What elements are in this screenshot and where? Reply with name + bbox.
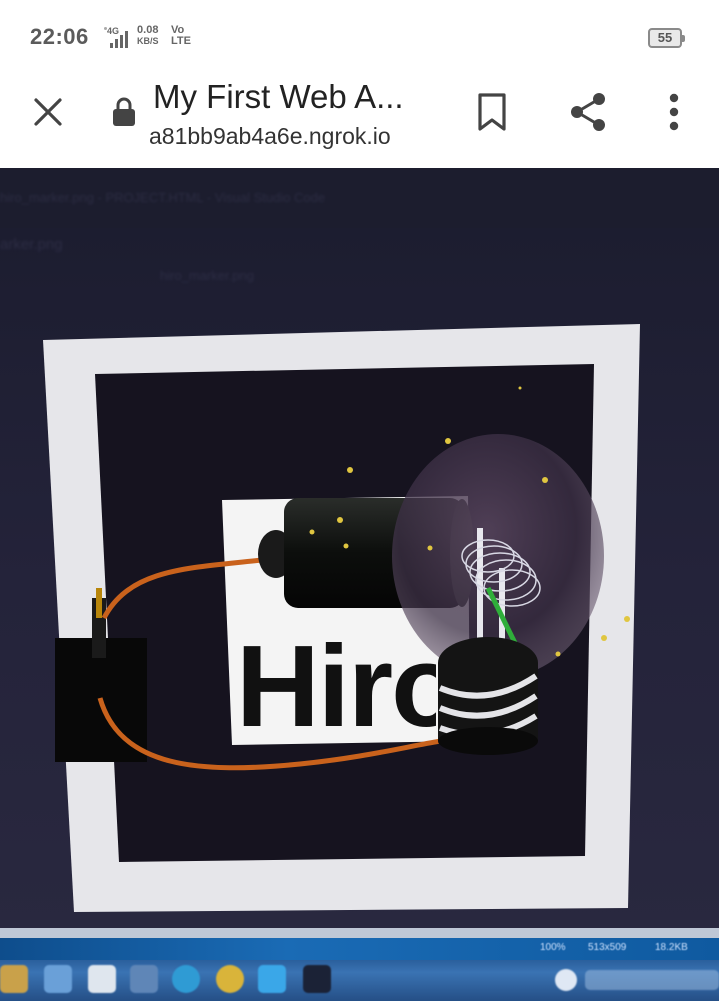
- taskbar-chrome-icon: [216, 965, 244, 993]
- bg-breadcrumb: hiro_marker.png: [160, 268, 254, 283]
- ar-scene: [0, 168, 719, 1001]
- battery-clip: [96, 588, 102, 618]
- page-url[interactable]: a81bb9ab4a6e.ngrok.io: [149, 123, 439, 150]
- taskbar-vscode-icon: [258, 965, 286, 993]
- ar-camera-view[interactable]: hiro_marker.png - PROJECT.HTML - Visual …: [0, 168, 719, 1001]
- lock-icon[interactable]: [110, 96, 138, 126]
- close-icon: [34, 98, 62, 126]
- taskbar-store-icon: [88, 965, 116, 993]
- clock: 22:06: [30, 24, 89, 49]
- battery-icon: 55: [648, 28, 685, 48]
- battery-level: 55: [657, 30, 673, 45]
- vscode-status-strip: 100% 513x509 18.2KB: [0, 938, 719, 960]
- network-speed: 0.08 KB/S: [137, 25, 159, 47]
- bookmark-icon: [478, 93, 506, 131]
- taskbar-mail-icon: [44, 965, 72, 993]
- taskbar-system-tray: [585, 970, 719, 990]
- status-bar: 22:06 4G 0.08 KB/S Vo LTE 55: [0, 0, 719, 76]
- share-button[interactable]: [564, 88, 612, 136]
- taskbar-app-icon: [130, 965, 158, 993]
- windows-taskbar: [0, 960, 719, 1001]
- bg-file-tab: arker.png: [0, 236, 63, 253]
- bg-window-title: hiro_marker.png - PROJECT.HTML - Visual …: [0, 190, 326, 205]
- bookmark-button[interactable]: [468, 88, 516, 136]
- network-speed-unit: KB/S: [137, 36, 159, 46]
- close-tab-button[interactable]: [24, 88, 72, 136]
- status-zoom: 100%: [540, 942, 566, 953]
- volte-indicator: Vo LTE: [171, 25, 191, 47]
- volte-bottom: LTE: [171, 35, 191, 47]
- taskbar-tray-icon: [555, 969, 577, 991]
- more-vert-icon: [669, 93, 679, 131]
- share-icon: [571, 93, 605, 131]
- page-title[interactable]: My First Web A...: [153, 78, 443, 116]
- signal-strength-icon: [110, 30, 132, 48]
- bulb-base-bottom: [438, 727, 538, 755]
- taskbar-edge-icon: [172, 965, 200, 993]
- taskbar-file-explorer-icon: [0, 965, 28, 993]
- status-dimensions: 513x509: [588, 942, 627, 953]
- browser-toolbar: My First Web A... a81bb9ab4a6e.ngrok.io: [0, 76, 719, 169]
- network-speed-value: 0.08: [137, 24, 159, 36]
- overflow-menu-button[interactable]: [650, 88, 698, 136]
- hiro-marker-text: Hiro: [236, 626, 436, 746]
- taskbar-terminal-icon: [303, 965, 331, 993]
- status-filesize: 18.2KB: [655, 942, 688, 953]
